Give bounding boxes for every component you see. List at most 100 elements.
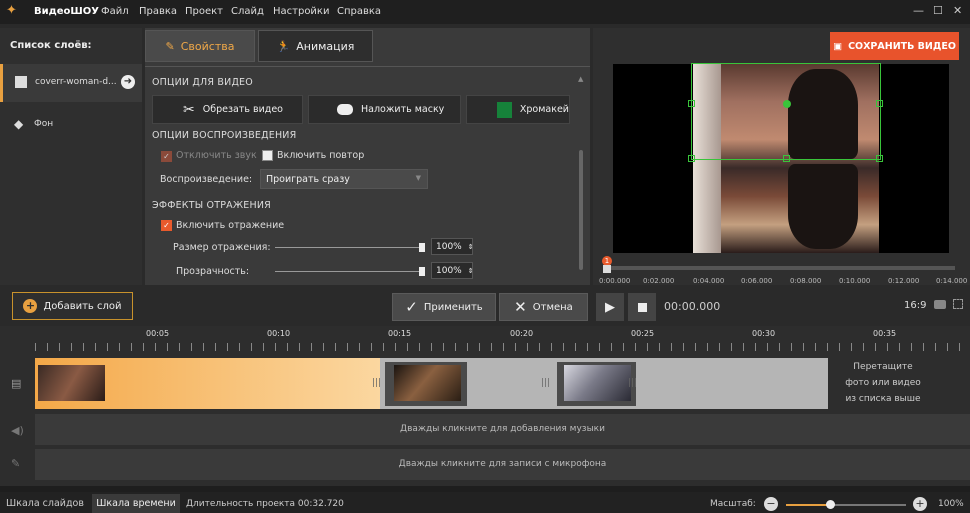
reflection-title: ЭФФЕКТЫ ОТРАЖЕНИЯ <box>152 200 271 211</box>
divider <box>145 66 590 67</box>
spin-arrows-icon[interactable]: ⇕ <box>468 243 474 251</box>
zoom-in-button[interactable]: + <box>913 497 927 511</box>
play-icon: ▶ <box>605 299 615 315</box>
playback-label: Воспроизведение: <box>160 174 253 185</box>
stop-button[interactable] <box>628 293 656 321</box>
reflection-size-value: 100% <box>436 241 462 252</box>
slide-clip[interactable] <box>385 362 467 406</box>
menu-settings[interactable]: Настройки <box>273 6 329 17</box>
properties-panel: ✎ Свойства 🏃 Анимация ОПЦИИ ДЛЯ ВИДЕО ✂ Обр… <box>145 28 590 285</box>
layer-label: coverr-woman-d... <box>35 77 117 87</box>
mute-checkbox[interactable]: ✓ <box>161 151 172 162</box>
clip-thumbnail <box>564 365 631 401</box>
close-icon[interactable]: ✕ <box>953 4 962 17</box>
ruler-label: 00:05 <box>146 329 170 338</box>
film-export-icon: ▣ <box>833 40 843 52</box>
tab-animation-label: Анимация <box>296 39 355 53</box>
resize-handle[interactable] <box>876 155 883 162</box>
save-video-button[interactable]: ▣ СОХРАНИТЬ ВИДЕО <box>830 32 959 60</box>
camera-icon[interactable] <box>934 300 946 309</box>
fullscreen-icon[interactable] <box>953 299 963 309</box>
apply-mask-button[interactable]: Наложить маску <box>308 95 461 124</box>
clip-thumbnail <box>38 365 105 401</box>
spin-arrows-icon[interactable]: ⇕ <box>468 267 474 275</box>
add-layer-label: Добавить слой <box>43 300 122 312</box>
resize-handle[interactable] <box>783 155 790 162</box>
clip-handle-icon[interactable]: ||| <box>541 378 550 388</box>
microphone-icon: ✎ <box>11 457 21 470</box>
reflection-size-slider[interactable] <box>275 247 423 248</box>
menu-project[interactable]: Проект <box>185 6 223 17</box>
video-preview[interactable] <box>613 63 949 253</box>
tick-label: 0:04.000 <box>693 277 725 285</box>
tab-timeline-scale[interactable]: Шкала времени <box>92 494 180 513</box>
opacity-slider[interactable] <box>275 271 423 272</box>
microphone-track[interactable]: Дважды кликните для записи с микрофона <box>35 449 970 480</box>
menu-help[interactable]: Справка <box>337 6 381 17</box>
preview-scrubber[interactable] <box>603 266 955 270</box>
menu-slide[interactable]: Слайд <box>231 6 264 17</box>
film-icon <box>15 76 27 88</box>
aspect-ratio[interactable]: 16:9 <box>904 300 926 311</box>
tab-slides-scale[interactable]: Шкала слайдов <box>0 494 90 513</box>
slide-clip-selected[interactable]: ||| <box>35 358 381 409</box>
ruler-label: 00:30 <box>752 329 776 338</box>
layer-label: Фон <box>34 119 54 129</box>
playback-select-value: Проиграть сразу <box>266 174 350 185</box>
reflection-size-knob[interactable] <box>419 243 425 252</box>
add-layer-button[interactable]: + Добавить слой <box>12 292 133 320</box>
apply-button[interactable]: ✓ Применить <box>392 293 496 321</box>
clip-handle-icon[interactable]: ||| <box>628 378 637 388</box>
minimize-icon[interactable]: — <box>913 4 924 17</box>
green-square-icon <box>497 101 512 118</box>
music-track[interactable]: Дважды кликните для добавления музыки <box>35 414 970 445</box>
opacity-label: Прозрачность: <box>176 266 250 277</box>
crop-video-button[interactable]: ✂ Обрезать видео <box>152 95 303 124</box>
clip-handle-icon[interactable]: ||| <box>372 378 381 388</box>
time-ruler[interactable] <box>35 326 970 344</box>
edit-icon: ✎ <box>165 39 175 53</box>
scrollbar[interactable] <box>579 150 583 270</box>
scale-label: Масштаб: <box>710 499 756 509</box>
app-name: ВидеоШОУ <box>34 6 99 17</box>
cancel-label: Отмена <box>532 301 573 313</box>
zoom-slider-knob[interactable] <box>826 500 835 509</box>
play-button[interactable]: ▶ <box>596 293 624 321</box>
menu-bar: ✦ ВидеоШОУ Файл Правка Проект Слайд Наст… <box>0 0 970 24</box>
opacity-knob[interactable] <box>419 267 425 276</box>
zoom-slider-fill <box>786 504 830 506</box>
reflection-checkbox[interactable]: ✓ <box>161 220 172 231</box>
opacity-stepper[interactable]: 100% ⇕ <box>431 262 474 279</box>
tab-animation[interactable]: 🏃 Анимация <box>258 30 373 62</box>
x-icon: ✕ <box>514 298 527 316</box>
reflection-size-stepper[interactable]: 100% ⇕ <box>431 238 474 255</box>
tick-label: 0:00.000 <box>599 277 631 285</box>
arrow-right-icon[interactable]: ➜ <box>121 75 135 89</box>
layer-item-video[interactable]: coverr-woman-d... ➜ <box>0 64 142 102</box>
resize-handle[interactable] <box>688 100 695 107</box>
rotate-handle[interactable] <box>783 100 791 108</box>
resize-handle[interactable] <box>876 100 883 107</box>
scroll-up-icon[interactable]: ▲ <box>578 75 583 83</box>
slide-clip[interactable] <box>557 362 636 406</box>
selection-frame[interactable] <box>691 63 881 160</box>
playback-select[interactable]: Проиграть сразу ▼ <box>260 169 428 189</box>
drop-hint-line: из списка выше <box>845 394 921 404</box>
zoom-out-button[interactable]: − <box>764 497 778 511</box>
chroma-key-button[interactable]: Хромакей <box>466 95 570 124</box>
tab-properties[interactable]: ✎ Свойства <box>145 30 255 62</box>
cancel-button[interactable]: ✕ Отмена <box>499 293 588 321</box>
resize-handle[interactable] <box>688 155 695 162</box>
chroma-label: Хромакей <box>519 104 569 115</box>
layer-item-background[interactable]: ◆ Фон <box>0 106 142 144</box>
ruler-label: 00:35 <box>873 329 897 338</box>
loop-checkbox[interactable] <box>262 150 273 161</box>
menu-file[interactable]: Файл <box>101 6 129 17</box>
playhead-knob[interactable] <box>603 265 611 273</box>
menu-edit[interactable]: Правка <box>139 6 177 17</box>
ruler-ticks <box>35 343 970 351</box>
maximize-icon[interactable]: ☐ <box>933 4 943 17</box>
drop-hint: Перетащите фото или видео из списка выше <box>828 358 938 409</box>
tab-properties-label: Свойства <box>180 39 235 53</box>
paint-bucket-icon: ◆ <box>14 117 24 131</box>
